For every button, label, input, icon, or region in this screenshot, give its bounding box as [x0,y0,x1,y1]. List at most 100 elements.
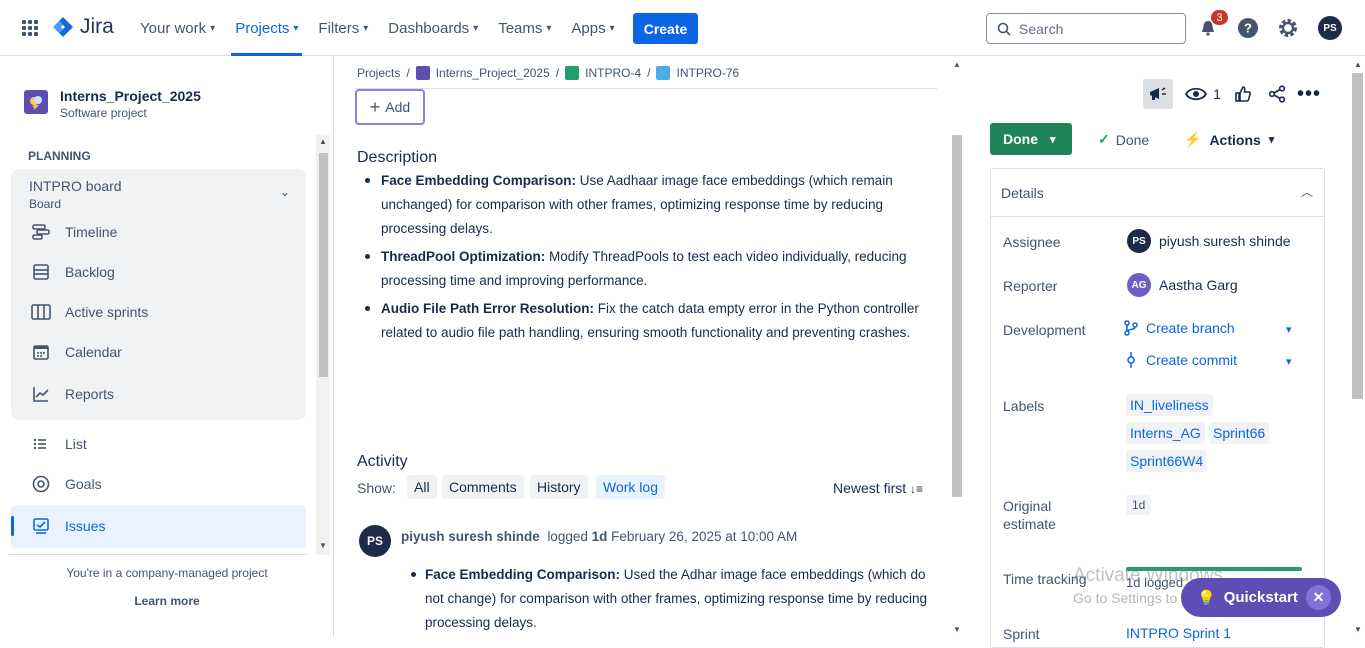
label-tag[interactable]: IN_liveliness [1126,394,1213,416]
filter-work-log[interactable]: Work log [596,475,665,499]
scroll-down-arrow-icon[interactable]: ▼ [319,541,327,550]
page-scrollbar[interactable]: ▲ ▼ [1350,57,1365,637]
add-button-label: Add [385,99,411,115]
details-header[interactable]: Details ︿ [991,169,1324,217]
search-placeholder: Search [1019,20,1064,37]
sidebar-item-backlog[interactable]: Backlog [31,263,115,281]
list-icon [31,435,51,453]
description-list[interactable]: Face Embedding Comparison: Use Aadhaar i… [359,169,933,349]
feedback-megaphone-icon[interactable] [1143,79,1173,109]
sidebar-item-active-sprints[interactable]: Active sprints [31,303,148,321]
watch-button[interactable]: 1 [1178,79,1228,109]
resolution-status-text: Done [1115,131,1150,148]
create-commit-link[interactable]: Create commit [1124,352,1237,368]
sort-toggle[interactable]: Newest first ↓≡ [833,480,923,496]
scroll-up-arrow-icon[interactable]: ▲ [319,137,327,146]
avatar: AG [1127,273,1151,297]
main-scrollbar[interactable]: ▲ ▼ [950,57,964,637]
like-thumbs-up-icon[interactable] [1228,79,1258,109]
status-transition-button[interactable]: Done ▾ [990,123,1072,155]
nav-projects[interactable]: Projects ▾ [225,0,308,56]
label-tag[interactable]: Interns_AG [1126,422,1205,444]
scrollbar-thumb[interactable] [319,153,328,377]
sidebar-item-goals[interactable]: Goals [31,475,102,493]
project-name[interactable]: Interns_Project_2025 [60,88,201,104]
board-selector[interactable]: INTPRO board [29,178,122,194]
scroll-down-arrow-icon[interactable]: ▼ [953,625,961,634]
watch-count: 1 [1213,86,1221,102]
nav-your-work[interactable]: Your work ▾ [130,0,225,56]
description-item: Audio File Path Error Resolution: Fix th… [359,297,933,345]
original-estimate-label: Original estimate [1003,498,1056,532]
close-icon[interactable]: ✕ [1306,585,1331,610]
actions-label: Actions [1209,131,1261,148]
chevron-down-icon[interactable]: ▾ [1286,323,1292,336]
checkmark-icon: ✓ [1098,131,1110,147]
filter-all[interactable]: All [407,475,437,499]
user-avatar[interactable]: PS [1318,16,1342,40]
actions-button[interactable]: ⚡ Actions ▾ [1184,131,1274,148]
worklog-author[interactable]: piyush suresh shinde [401,529,540,544]
label-tag[interactable]: Sprint66 [1209,422,1270,444]
sidebar-item-timeline[interactable]: Timeline [31,223,117,241]
breadcrumb-issue[interactable]: INTPRO-76 [676,66,739,80]
assignee-name: piyush suresh shinde [1159,233,1291,249]
chevron-down-icon[interactable]: ▾ [1286,355,1292,368]
app-switcher-icon[interactable] [22,20,38,36]
sprint-link[interactable]: INTPRO Sprint 1 [1126,625,1231,641]
breadcrumb-projects[interactable]: Projects [357,66,400,80]
worklog-amount: 1d [591,529,608,544]
scroll-down-arrow-icon[interactable]: ▼ [1354,625,1362,634]
scroll-up-arrow-icon[interactable]: ▲ [953,60,961,69]
issues-icon [31,517,51,535]
create-button[interactable]: Create [633,13,698,44]
description-item-title: Audio File Path Error Resolution: [381,301,595,316]
scroll-up-arrow-icon[interactable]: ▲ [1354,60,1362,69]
chevron-down-icon: ▾ [609,22,615,34]
status-button-label: Done [1003,131,1038,147]
activity-heading: Activity [357,453,408,470]
search-input[interactable]: Search [986,13,1186,44]
avatar[interactable]: PS [359,525,391,557]
reporter-name: Aastha Garg [1159,277,1238,293]
learn-more-link[interactable]: Learn more [0,594,334,608]
share-icon[interactable] [1262,79,1292,109]
breadcrumb: Projects / Interns_Project_2025 / INTPRO-4… [357,66,739,80]
scrollbar-thumb[interactable] [952,135,962,497]
filter-history[interactable]: History [530,475,588,499]
breadcrumb-project[interactable]: Interns_Project_2025 [436,66,550,80]
lightbulb-icon: 💡 [1197,589,1216,607]
help-icon[interactable]: ? [1236,16,1260,40]
original-estimate-value[interactable]: 1d [1126,495,1152,515]
breadcrumb-parent[interactable]: INTPRO-4 [585,66,641,80]
nav-filters[interactable]: Filters ▾ [308,0,378,56]
estimate-label-line: estimate [1003,516,1056,532]
jira-logo-icon [53,17,73,37]
issue-details-panel: 1 ••• Done ▾ ✓ Done ⚡ Actions ▾ Details … [968,57,1365,648]
sidebar-item-calendar[interactable]: Calendar [31,343,122,361]
sidebar-item-list[interactable]: List [31,435,87,453]
chevron-up-icon[interactable]: ︿ [1301,183,1313,200]
reporter-field[interactable]: AG Aastha Garg [1127,273,1238,297]
more-options-icon[interactable]: ••• [1294,79,1324,109]
filter-comments[interactable]: Comments [442,475,524,499]
settings-gear-icon[interactable] [1276,16,1300,40]
chevron-down-icon[interactable]: ⌄ [280,185,290,199]
label-tag[interactable]: Sprint66W4 [1126,450,1208,472]
top-navigation-bar: Jira Your work ▾ Projects ▾ Filters ▾ Dashb… [0,0,1365,56]
sidebar-item-reports[interactable]: Reports [31,385,114,403]
jira-logo[interactable]: Jira [52,15,114,39]
scrollbar-thumb[interactable] [1352,73,1363,399]
sidebar-scrollbar[interactable]: ▲ ▼ [316,135,330,555]
nav-apps[interactable]: Apps ▾ [561,0,624,56]
add-button[interactable]: + Add [355,89,425,125]
sidebar-item-issues[interactable]: Issues [31,517,105,535]
nav-dashboards[interactable]: Dashboards ▾ [378,0,488,56]
sidebar-item-label: Issues [65,518,106,534]
sidebar-item-label: Timeline [65,224,118,240]
nav-teams[interactable]: Teams ▾ [488,0,561,56]
project-sidebar: Interns_Project_2025 Software project PL… [0,57,334,637]
issue-main-panel: Projects / Interns_Project_2025 / INTPRO-4… [335,57,967,637]
assignee-field[interactable]: PS piyush suresh shinde [1127,229,1291,253]
create-branch-link[interactable]: Create branch [1124,320,1235,336]
